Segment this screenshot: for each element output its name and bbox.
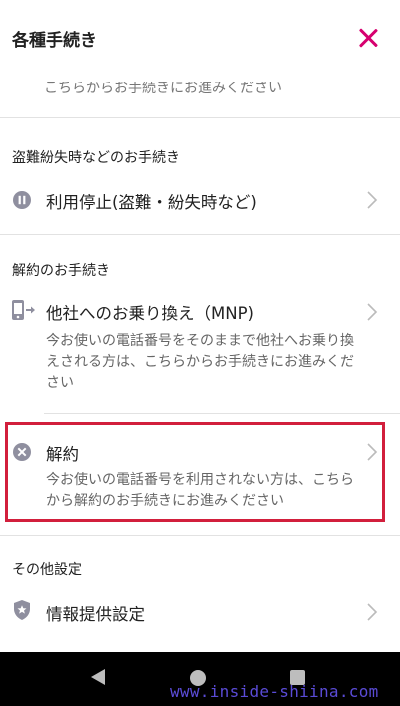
divider [0, 535, 400, 536]
chevron-right-icon [367, 191, 378, 209]
info-provision-settings-label: 情報提供設定 [46, 605, 145, 624]
chevron-right-icon [367, 303, 378, 321]
watermark: www.inside-shiina.com [170, 682, 379, 701]
header: 各種手続き [0, 0, 400, 70]
suspend-service-label: 利用停止(盗難・紛失時など) [46, 193, 257, 212]
mnp-transfer-description: 今お使いの電話番号をそのままで他社へお乗り換えされる方は、こちらからお手続きにお… [46, 333, 354, 391]
pause-icon [13, 191, 31, 209]
shield-icon [14, 600, 30, 620]
back-icon[interactable] [90, 668, 106, 686]
close-icon[interactable] [354, 24, 382, 52]
mnp-transfer-label: 他社へのお乗り換え（MNP) [46, 304, 254, 323]
phone-transfer-icon [12, 300, 35, 320]
section-title-cancel: 解約のお手続き [12, 263, 110, 279]
divider [0, 117, 400, 118]
divider [0, 234, 400, 235]
chevron-right-icon [367, 603, 378, 621]
divider [44, 413, 400, 414]
section-title-theft: 盗難紛失時などのお手続き [12, 150, 180, 166]
highlight-box [5, 422, 385, 522]
section-title-other: その他設定 [12, 562, 82, 578]
scrolled-item-description: こちらからお手続きにお進みください [44, 82, 282, 94]
page-title: 各種手続き [12, 31, 97, 51]
